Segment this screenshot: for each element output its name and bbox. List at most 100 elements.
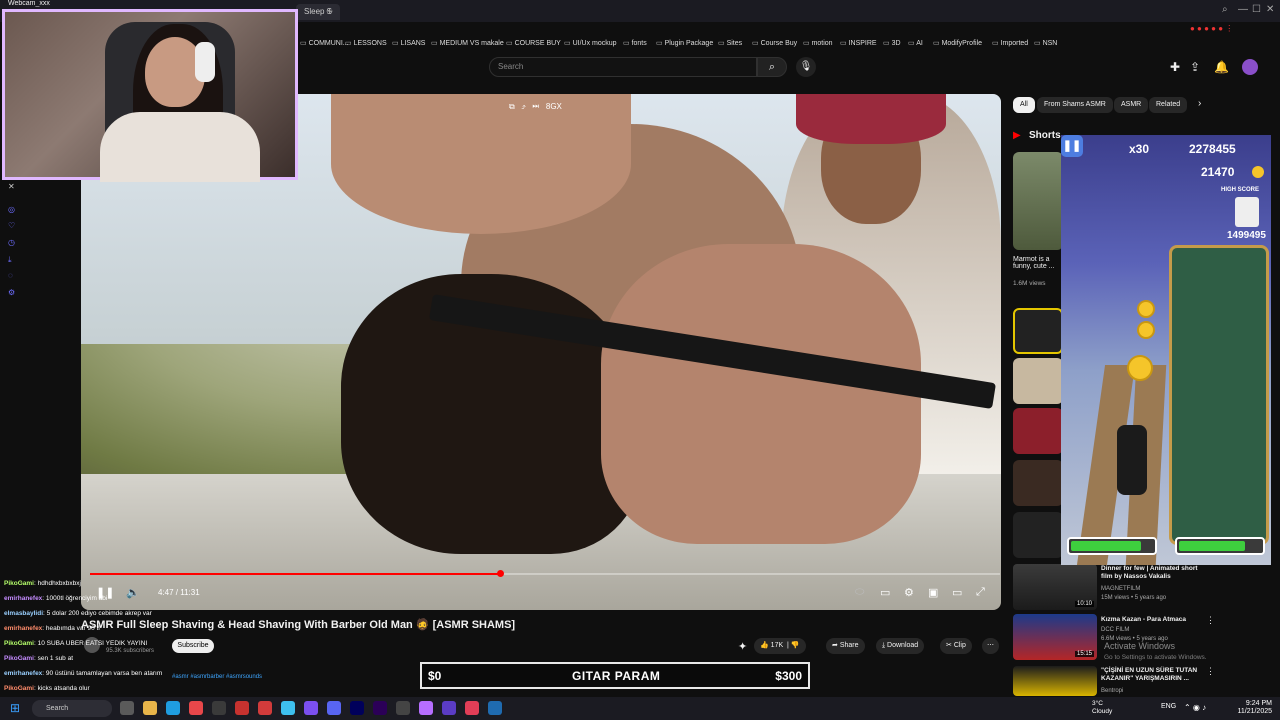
video-top-controls[interactable]: ⧉ ⤴ ⏭ 8GX (509, 102, 609, 118)
new-tab-button[interactable]: + (326, 4, 333, 18)
rec-more-icon[interactable]: ⋮ (1206, 615, 1215, 626)
chrome-icon[interactable] (189, 701, 203, 715)
chip-asmr[interactable]: ASMR (1114, 97, 1149, 113)
chat-username[interactable]: emirhanefex (4, 670, 42, 677)
start-icon[interactable]: ⊞ (10, 701, 20, 715)
bookmark-item[interactable]: 3D (883, 39, 901, 47)
close-icon[interactable]: ✕ (8, 182, 15, 191)
premiere-icon[interactable] (373, 701, 387, 715)
app-icon[interactable] (442, 701, 456, 715)
rec-title[interactable]: Dinner for few | Animated short film by … (1101, 565, 1201, 581)
rec-thumbnail[interactable]: 10:10 (1013, 564, 1097, 610)
bookmark-item[interactable]: MEDIUM VS makale (431, 39, 504, 47)
share-button[interactable]: ➦ Share (826, 638, 865, 654)
settings-gear-icon[interactable]: ⚙ (904, 586, 914, 599)
search-tabs-icon[interactable]: ⌕ (1222, 4, 1228, 15)
app-icon[interactable] (304, 701, 318, 715)
short-thumbnail[interactable] (1013, 152, 1063, 250)
short-thumbnail[interactable] (1013, 358, 1063, 404)
sidebar-icon[interactable]: ◎ (8, 205, 15, 214)
rec-thumbnail[interactable]: 15:15 (1013, 614, 1097, 660)
create-icon[interactable]: ✚ (1170, 60, 1180, 74)
avatar[interactable] (1242, 59, 1258, 75)
bookmark-item[interactable]: Sites (718, 39, 743, 47)
weather-widget[interactable]: 3°C Cloudy (1092, 700, 1112, 716)
history-icon[interactable]: ◷ (8, 238, 15, 247)
bookmark-item[interactable]: ModifyProfile (933, 39, 982, 47)
chip-from-channel[interactable]: From Shams ASMR (1037, 97, 1113, 113)
chip-all[interactable]: All (1013, 97, 1035, 113)
search-input[interactable]: Search (489, 57, 757, 77)
chat-username[interactable]: PikoGami (4, 580, 34, 587)
heart-icon[interactable]: ♡ (8, 221, 15, 230)
short-thumbnail[interactable] (1013, 408, 1063, 454)
steam-icon[interactable] (488, 701, 502, 715)
bookmark-item[interactable]: Course Buy (752, 39, 798, 47)
short-thumbnail[interactable] (1013, 460, 1063, 506)
bookmark-item[interactable]: COMMUNI... (300, 39, 349, 47)
fullscreen-icon[interactable]: ⤢ (976, 586, 985, 599)
bookmark-item[interactable]: COURSE BUY (506, 39, 561, 47)
rec-title[interactable]: "ÇİŞİNİ EN UZUN SÜRE TUTAN KAZANIR" YARI… (1101, 667, 1201, 683)
taskbar-search[interactable]: Search (32, 700, 112, 717)
chat-icon[interactable]: ◌ (8, 271, 13, 280)
discord-icon[interactable] (327, 701, 341, 715)
file-explorer-icon[interactable] (143, 701, 157, 715)
after-effects-icon[interactable] (350, 701, 364, 715)
download-button[interactable]: ⤓ Download (876, 638, 925, 654)
settings-icon[interactable]: ⚙ (8, 288, 15, 297)
taskview-icon[interactable] (120, 701, 134, 715)
download-icon[interactable]: ⤓ (8, 255, 12, 265)
app-icon[interactable] (212, 701, 226, 715)
chat-username[interactable]: emirhanefex (4, 595, 42, 602)
minimize-icon[interactable]: — (1238, 4, 1248, 15)
language-indicator[interactable]: ENG (1161, 703, 1176, 710)
search-icon[interactable]: ⌕ (757, 57, 787, 77)
rec-thumbnail[interactable] (1013, 666, 1097, 696)
short-thumbnail[interactable] (1013, 308, 1063, 354)
app-icon[interactable] (419, 701, 433, 715)
browser-tab[interactable]: Sleep S (296, 4, 341, 20)
app-icon[interactable] (235, 701, 249, 715)
chat-username[interactable]: PikoGami (4, 640, 34, 647)
bookmark-item[interactable]: NSN (1034, 39, 1058, 47)
bookmark-item[interactable]: UI/Ux mockup (564, 39, 617, 47)
edge-icon[interactable] (166, 701, 180, 715)
upload-icon[interactable]: ⇪ (1190, 60, 1200, 74)
app-icon[interactable] (281, 701, 295, 715)
bookmark-item[interactable]: fonts (623, 39, 647, 47)
autoplay-toggle[interactable]: ⬭ (855, 586, 864, 599)
theater-mode-icon[interactable]: ▭ (952, 586, 962, 599)
short-thumbnail[interactable] (1013, 512, 1063, 558)
short-title[interactable]: Marmot is a funny, cute ... (1013, 256, 1063, 270)
chip-related[interactable]: Related (1149, 97, 1188, 113)
progress-scrubber[interactable] (496, 570, 504, 577)
subtitles-icon[interactable]: ▭ (880, 586, 890, 599)
chat-username[interactable]: PikoGami (4, 655, 34, 662)
bookmark-item[interactable]: motion (803, 39, 833, 47)
bookmark-item[interactable]: Plugin Package (656, 39, 714, 47)
maximize-icon[interactable]: ☐ (1252, 4, 1261, 15)
bookmark-item[interactable]: AI (908, 39, 923, 47)
miniplayer-icon[interactable]: ▣ (928, 586, 938, 599)
chat-username[interactable]: elmasbaylidi (4, 610, 43, 617)
bookmark-item[interactable]: Imported (992, 39, 1029, 47)
extension-icons[interactable]: ● ● ● ● ● ⋮ (1190, 24, 1233, 33)
tray-icons[interactable]: ⌃ ◉ ♪ (1184, 703, 1206, 712)
bookmark-item[interactable]: INSPIRE (840, 39, 877, 47)
game-pause-icon[interactable]: ❚❚ (1061, 135, 1083, 157)
microphone-icon[interactable]: 🎙 (796, 57, 816, 77)
clock[interactable]: 9:24 PM 11/21/2025 (1237, 700, 1272, 716)
app-icon[interactable] (258, 701, 272, 715)
rec-more-icon[interactable]: ⋮ (1206, 666, 1215, 677)
rec-title[interactable]: Kızma Kazan - Para Atmaca (1101, 616, 1201, 624)
sparkle-icon[interactable]: ✦ (738, 640, 747, 653)
chevron-right-icon[interactable]: › (1198, 98, 1201, 109)
bookmark-item[interactable]: LISANS (392, 39, 426, 47)
chat-username[interactable]: emirhanefex (4, 625, 42, 632)
more-actions-button[interactable]: ⋯ (982, 638, 999, 654)
close-window-icon[interactable]: ✕ (1266, 4, 1274, 15)
notifications-bell-icon[interactable]: 🔔 (1214, 60, 1229, 74)
chat-username[interactable]: PikoGami (4, 685, 34, 692)
bookmark-item[interactable]: LESSONS (345, 39, 387, 47)
